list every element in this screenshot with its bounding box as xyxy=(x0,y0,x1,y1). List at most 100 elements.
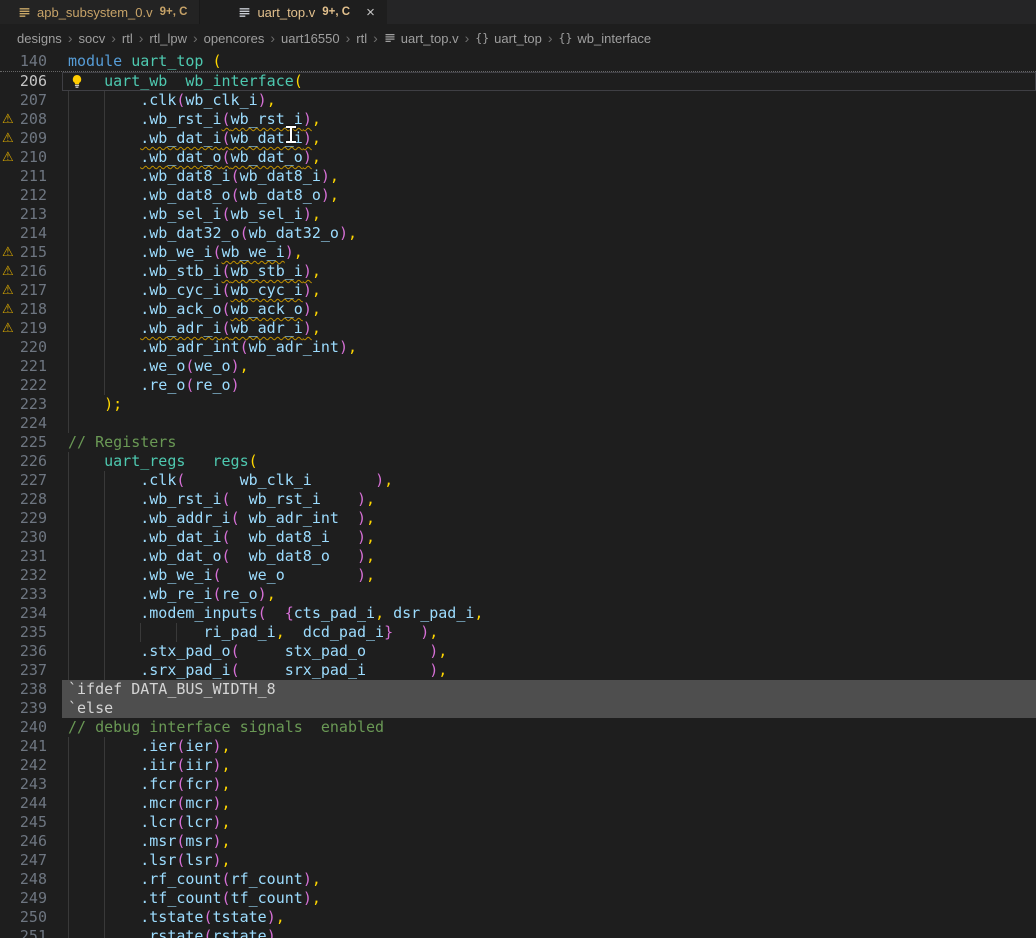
line-number[interactable]: 222 xyxy=(0,376,62,395)
code-content[interactable]: .iir(iir), xyxy=(62,756,1036,775)
line-number[interactable]: 237 xyxy=(0,661,62,680)
code-content[interactable]: `ifdef DATA_BUS_WIDTH_8 xyxy=(62,680,1036,699)
line-number[interactable]: ⚠208 xyxy=(0,110,62,129)
code-content[interactable]: .wb_we_i( we_o ), xyxy=(62,566,1036,585)
line-number[interactable]: 223 xyxy=(0,395,62,414)
line-number[interactable]: 239 xyxy=(0,699,62,718)
line-number[interactable]: 244 xyxy=(0,794,62,813)
close-icon[interactable]: × xyxy=(366,5,375,20)
code-content[interactable]: .wb_we_i(wb_we_i), xyxy=(62,243,1036,262)
code-content[interactable]: .lsr(lsr), xyxy=(62,851,1036,870)
code-content[interactable]: .wb_rst_i(wb_rst_i), xyxy=(62,110,1036,129)
code-content[interactable]: .clk(wb_clk_i), xyxy=(62,91,1036,110)
code-content[interactable]: .msr(msr), xyxy=(62,832,1036,851)
code-content[interactable]: .tf_count(tf_count), xyxy=(62,889,1036,908)
breadcrumb-item-uart_top[interactable]: ›{}uart_top xyxy=(459,30,542,46)
breadcrumb-item-rtl[interactable]: ›rtl xyxy=(340,30,368,46)
code-content[interactable]: .lcr(lcr), xyxy=(62,813,1036,832)
line-number[interactable]: ⚠210 xyxy=(0,148,62,167)
line-number[interactable]: 251 xyxy=(0,927,62,938)
line-number[interactable]: 243 xyxy=(0,775,62,794)
code-content[interactable]: ); xyxy=(62,395,1036,414)
code-content[interactable]: .wb_adr_int(wb_adr_int), xyxy=(62,338,1036,357)
code-content[interactable]: ri_pad_i, dcd_pad_i} ), xyxy=(62,623,1036,642)
code-content[interactable]: .wb_cyc_i(wb_cyc_i), xyxy=(62,281,1036,300)
line-number[interactable]: ⚠217 xyxy=(0,281,62,300)
code-content[interactable]: .wb_dat32_o(wb_dat32_o), xyxy=(62,224,1036,243)
line-number[interactable]: 245 xyxy=(0,813,62,832)
code-content[interactable]: .mcr(mcr), xyxy=(62,794,1036,813)
code-content[interactable]: .srx_pad_i( srx_pad_i ), xyxy=(62,661,1036,680)
line-number[interactable]: 225 xyxy=(0,433,62,452)
code-content[interactable]: .stx_pad_o( stx_pad_o ), xyxy=(62,642,1036,661)
breadcrumb-item-socv[interactable]: ›socv xyxy=(62,30,105,46)
line-number[interactable]: 232 xyxy=(0,566,62,585)
code-content[interactable]: .wb_adr_i(wb_adr_i), xyxy=(62,319,1036,338)
code-content[interactable]: .wb_dat8_i(wb_dat8_i), xyxy=(62,167,1036,186)
code-content[interactable]: .wb_ack_o(wb_ack_o), xyxy=(62,300,1036,319)
code-content[interactable]: .re_o(re_o) xyxy=(62,376,1036,395)
line-number[interactable]: ⚠218 xyxy=(0,300,62,319)
code-content[interactable]: .we_o(we_o), xyxy=(62,357,1036,376)
line-number[interactable]: ⚠209 xyxy=(0,129,62,148)
line-number[interactable]: 246 xyxy=(0,832,62,851)
tab-apb-subsystem-0[interactable]: apb_subsystem_0.v 9+, C xyxy=(0,0,200,24)
line-number[interactable]: 212 xyxy=(0,186,62,205)
code-content[interactable]: .wb_dat8_o(wb_dat8_o), xyxy=(62,186,1036,205)
line-number[interactable]: 207 xyxy=(0,91,62,110)
line-number[interactable]: ⚠216 xyxy=(0,262,62,281)
line-number[interactable]: 230 xyxy=(0,528,62,547)
code-content[interactable]: .wb_sel_i(wb_sel_i), xyxy=(62,205,1036,224)
code-content[interactable]: .wb_re_i(re_o), xyxy=(62,585,1036,604)
line-number[interactable]: 226 xyxy=(0,452,62,471)
line-number[interactable]: 233 xyxy=(0,585,62,604)
code-content[interactable]: .rstate(rstate), xyxy=(62,927,1036,938)
line-number[interactable]: 224 xyxy=(0,414,62,433)
breadcrumb-item-rtl_lpw[interactable]: ›rtl_lpw xyxy=(133,30,187,46)
tab-uart-top[interactable]: uart_top.v 9+, C × xyxy=(200,0,386,24)
line-number[interactable]: 214 xyxy=(0,224,62,243)
line-number[interactable]: 241 xyxy=(0,737,62,756)
line-number[interactable]: ⚠219 xyxy=(0,319,62,338)
line-number[interactable]: 227 xyxy=(0,471,62,490)
line-number[interactable]: 248 xyxy=(0,870,62,889)
code-content[interactable]: .wb_dat_o(wb_dat_o), xyxy=(62,148,1036,167)
sticky-code-content[interactable]: module uart_top ( xyxy=(62,52,1036,71)
line-number[interactable]: 236 xyxy=(0,642,62,661)
code-content[interactable]: .wb_addr_i( wb_adr_int ), xyxy=(62,509,1036,528)
code-content[interactable]: .ier(ier), xyxy=(62,737,1036,756)
code-content[interactable]: .wb_stb_i(wb_stb_i), xyxy=(62,262,1036,281)
sticky-scroll-line[interactable]: 140 module uart_top ( xyxy=(0,52,1036,72)
code-content[interactable]: `else xyxy=(62,699,1036,718)
line-number[interactable]: 211 xyxy=(0,167,62,186)
code-content[interactable]: .clk( wb_clk_i ), xyxy=(62,471,1036,490)
line-number[interactable]: 231 xyxy=(0,547,62,566)
line-number[interactable]: ⚠215 xyxy=(0,243,62,262)
line-number[interactable]: 242 xyxy=(0,756,62,775)
line-number[interactable]: 234 xyxy=(0,604,62,623)
line-number[interactable]: 249 xyxy=(0,889,62,908)
code-content[interactable] xyxy=(62,414,1036,433)
line-number[interactable]: 238 xyxy=(0,680,62,699)
breadcrumb-item-uart16550[interactable]: ›uart16550 xyxy=(264,30,339,46)
line-number[interactable]: 247 xyxy=(0,851,62,870)
line-number[interactable]: 221 xyxy=(0,357,62,376)
code-content[interactable]: .wb_dat_i( wb_dat8_i ), xyxy=(62,528,1036,547)
code-content[interactable]: .wb_dat_o( wb_dat8_o ), xyxy=(62,547,1036,566)
line-number[interactable]: 228 xyxy=(0,490,62,509)
line-number[interactable]: 240 xyxy=(0,718,62,737)
code-content[interactable]: .wb_rst_i( wb_rst_i ), xyxy=(62,490,1036,509)
breadcrumb-item-rtl[interactable]: ›rtl xyxy=(105,30,133,46)
code-content[interactable]: .tstate(tstate), xyxy=(62,908,1036,927)
line-number[interactable]: 220 xyxy=(0,338,62,357)
line-number[interactable]: 213 xyxy=(0,205,62,224)
code-content[interactable]: uart_wb wb_interface( xyxy=(62,72,1036,91)
breadcrumb-item-wb_interface[interactable]: ›{}wb_interface xyxy=(542,30,651,46)
breadcrumb-item-uart_top.v[interactable]: ›uart_top.v xyxy=(367,30,459,46)
line-number[interactable]: 235 xyxy=(0,623,62,642)
line-number[interactable]: 250 xyxy=(0,908,62,927)
line-number[interactable]: 229 xyxy=(0,509,62,528)
line-number[interactable]: 206 xyxy=(0,72,62,91)
code-content[interactable]: .modem_inputs( {cts_pad_i, dsr_pad_i, xyxy=(62,604,1036,623)
breadcrumb-item-opencores[interactable]: ›opencores xyxy=(187,30,264,46)
